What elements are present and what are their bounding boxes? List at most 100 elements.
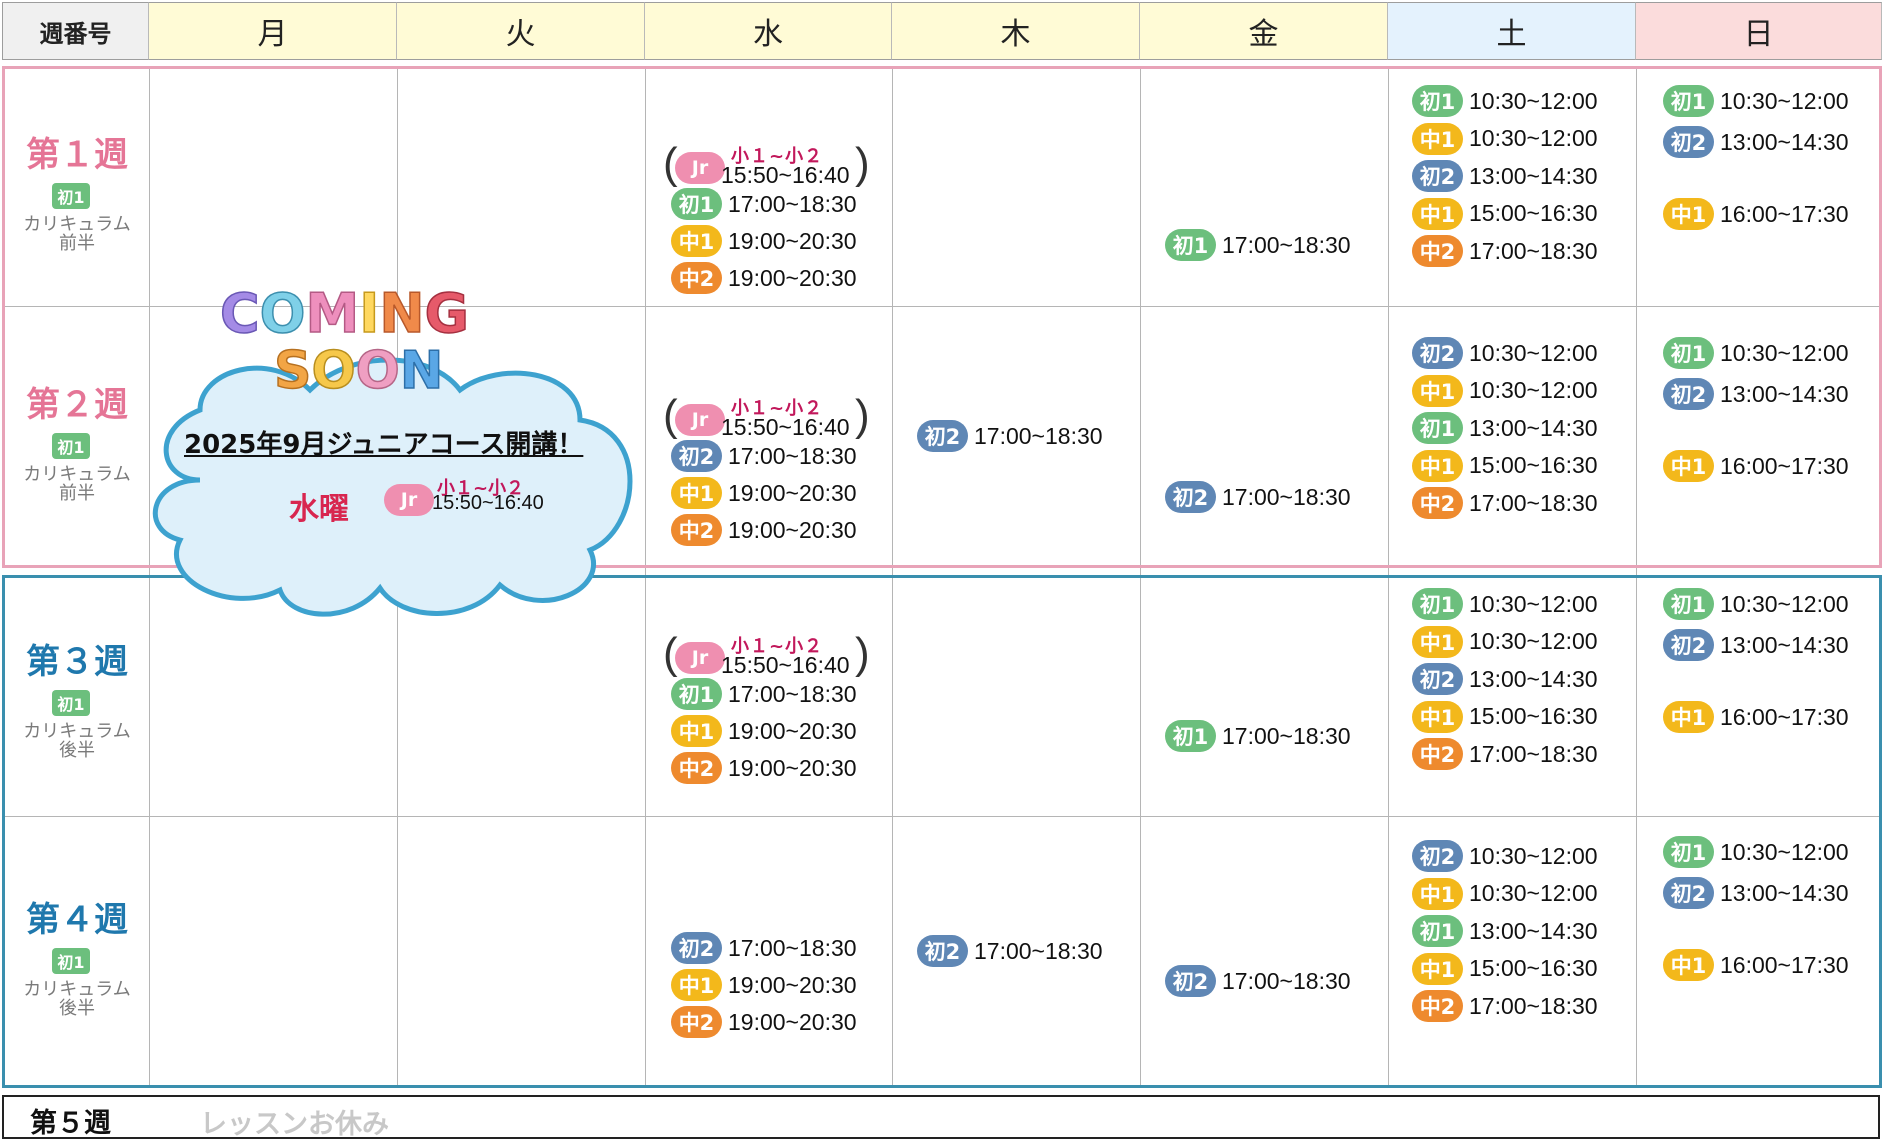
time-text: 19:00~20:30	[728, 479, 857, 506]
time-text: 19:00~20:30	[728, 227, 857, 254]
schedule-entry: 初2 17:00~18:30	[1165, 965, 1351, 997]
level-badge: 中1	[671, 477, 722, 509]
time-text: 13:00~14:30	[1469, 917, 1598, 944]
schedule-entry: 初1 13:00~14:30	[1412, 412, 1598, 444]
level-badge: 初1	[1663, 836, 1714, 868]
curriculum-badge: 初1	[52, 690, 90, 716]
schedule-entry: 中2 19:00~20:30	[671, 1006, 857, 1038]
time-text: 10:30~12:00	[1469, 880, 1598, 906]
time-text: 17:00~18:30	[974, 937, 1103, 964]
time-text: 17:00~18:30	[1222, 483, 1351, 510]
time-text: 10:30~12:00	[1469, 125, 1598, 151]
time-text: 10:30~12:00	[1720, 87, 1849, 114]
time-text: 10:30~12:00	[1720, 590, 1849, 617]
schedule-entry: 中1 19:00~20:30	[671, 715, 857, 747]
header-day-5: 金	[1140, 2, 1388, 60]
schedule-entry: 中2 17:00~18:30	[1412, 487, 1598, 519]
level-badge: 中1	[1663, 949, 1714, 981]
level-badge: 初2	[1663, 378, 1714, 410]
curriculum-half: 後半	[59, 998, 95, 1019]
schedule-entry: 初1 17:00~18:30	[1165, 720, 1351, 752]
schedule-entry: 中1 19:00~20:30	[671, 969, 857, 1001]
curriculum-label: カリキュラム	[23, 721, 131, 742]
paren-right: )	[855, 391, 870, 440]
time-text: 10:30~12:00	[1469, 590, 1598, 617]
time-text: 17:00~18:30	[1469, 237, 1598, 264]
schedule-entry: 中2 17:00~18:30	[1412, 235, 1598, 267]
level-badge: 初2	[1663, 877, 1714, 909]
curriculum-label: カリキュラム	[23, 464, 131, 485]
level-badge: 初2	[917, 420, 968, 452]
level-badge: 初2	[1412, 840, 1463, 872]
week5-row: 第５週 レッスンお休み	[2, 1095, 1880, 1140]
week-title: 第１週	[26, 135, 128, 175]
schedule-entry: 初1 10:30~12:00	[1663, 836, 1849, 868]
level-badge: 中2	[1412, 487, 1463, 519]
schedule-entry: 中1 16:00~17:30	[1663, 450, 1849, 482]
level-badge: 初2	[1663, 629, 1714, 661]
level-badge: 初2	[1165, 965, 1216, 997]
schedule-entry: 初2 13:00~14:30	[1663, 629, 1849, 661]
curriculum-half: 後半	[59, 740, 95, 761]
junior-entry: (Jr 小１~小２ 15:50~16:40)	[663, 629, 873, 684]
header-day-7: 日	[1636, 2, 1882, 60]
level-badge: 中1	[1412, 122, 1463, 155]
logo-coming-text: COMING	[220, 282, 469, 345]
level-badge: 中1	[671, 969, 722, 1001]
time-text: 17:00~18:30	[1469, 740, 1598, 767]
schedule-entry: 初1 17:00~18:30	[1165, 229, 1351, 261]
level-badge: 中1	[1412, 197, 1463, 230]
schedule-entry: 中1 15:00~16:30	[1412, 197, 1598, 230]
schedule-entry: 初2 13:00~14:30	[1663, 877, 1849, 909]
schedule-entry: 中2 19:00~20:30	[671, 514, 857, 546]
schedule-entry: 中2 17:00~18:30	[1412, 990, 1598, 1022]
week5-note: レッスンお休み	[200, 1109, 389, 1140]
schedule-entry: 中2 19:00~20:30	[671, 752, 857, 784]
level-badge: 初1	[1663, 85, 1714, 117]
time-text: 17:00~18:30	[728, 680, 857, 707]
time-text: 16:00~17:30	[1720, 200, 1849, 227]
time-text: 13:00~14:30	[1469, 414, 1598, 441]
time-text: 19:00~20:30	[728, 1008, 857, 1035]
week5-title: 第５週	[30, 1108, 111, 1139]
schedule-entry: 中2 19:00~20:30	[671, 262, 857, 294]
time-text: 19:00~20:30	[728, 971, 857, 998]
schedule-entry: 初1 10:30~12:00	[1412, 588, 1598, 620]
time-text: 19:00~20:30	[728, 264, 857, 291]
schedule-entry: 中1 15:00~16:30	[1412, 700, 1598, 733]
logo-soon-text: SOON	[274, 341, 443, 400]
curriculum-badge: 初1	[52, 183, 90, 209]
time-text: 19:00~20:30	[728, 754, 857, 781]
time-text: 17:00~18:30	[1222, 722, 1351, 749]
schedule-entry: 中1 16:00~17:30	[1663, 701, 1849, 733]
level-badge: 初2	[1412, 663, 1463, 695]
time-text: 15:00~16:30	[1469, 703, 1598, 729]
schedule-entry: 初2 17:00~18:30	[1165, 481, 1351, 513]
schedule-entry: 中1 10:30~12:00	[1412, 122, 1598, 155]
schedule-entry: 中1 16:00~17:30	[1663, 198, 1849, 230]
level-badge: 初2	[1412, 160, 1463, 192]
time-text: 17:00~18:30	[728, 442, 857, 469]
time-text: 17:00~18:30	[1222, 967, 1351, 994]
level-badge: 初1	[1412, 588, 1463, 620]
time-text: 10:30~12:00	[1469, 339, 1598, 366]
week-title: 第４週	[26, 900, 128, 940]
time-text: 16:00~17:30	[1720, 703, 1849, 730]
level-badge: 中1	[671, 715, 722, 747]
callout-headline: 2025年9月ジュニアコース開講！	[184, 430, 584, 460]
callout-jr-badge: Jr	[384, 484, 434, 516]
junior-time: 15:50~16:40	[721, 414, 850, 440]
header-day-3: 水	[645, 2, 892, 60]
time-text: 10:30~12:00	[1469, 87, 1598, 114]
schedule-entry: 初1 17:00~18:30	[671, 188, 857, 220]
time-text: 15:00~16:30	[1469, 200, 1598, 226]
schedule-entry: 中1 10:30~12:00	[1412, 374, 1598, 407]
level-badge: 中2	[671, 262, 722, 294]
time-text: 10:30~12:00	[1720, 838, 1849, 865]
schedule-entry: 初2 17:00~18:30	[917, 420, 1103, 452]
header-week-number: 週番号	[2, 2, 149, 60]
time-text: 17:00~18:30	[728, 934, 857, 961]
level-badge: 中2	[671, 1006, 722, 1038]
schedule-entry: 初1 10:30~12:00	[1663, 588, 1849, 620]
junior-entry: (Jr 小１~小２ 15:50~16:40)	[663, 391, 873, 446]
